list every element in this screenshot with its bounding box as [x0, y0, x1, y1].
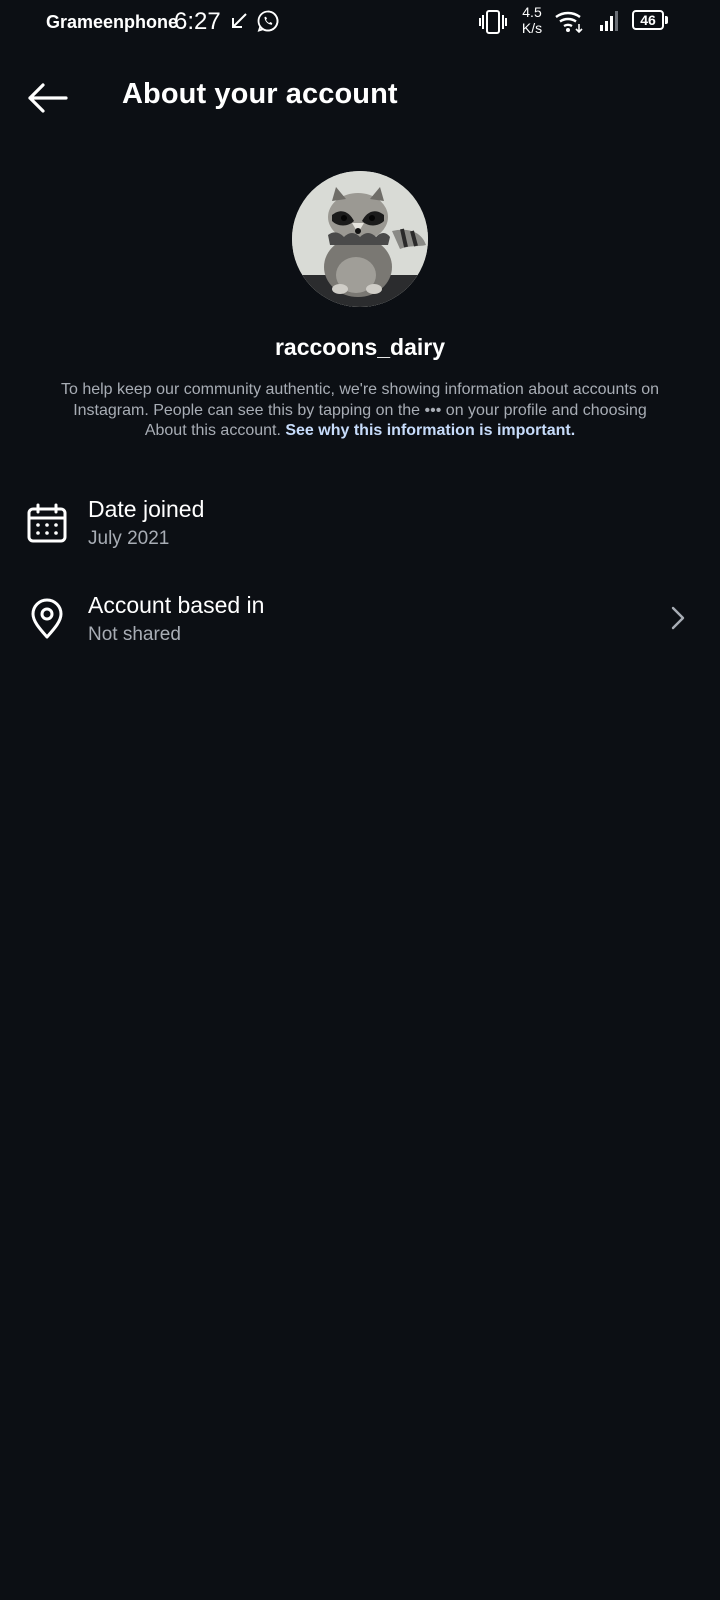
date-joined-label: Date joined: [88, 496, 205, 522]
location-pin-icon: [26, 598, 68, 640]
wifi-icon: [554, 8, 586, 34]
username: raccoons_dairy: [274, 334, 446, 360]
network-speed-unit: K/s: [521, 20, 543, 36]
account-based-in-row[interactable]: Account based in Not shared: [0, 580, 720, 660]
date-joined-row: Date joined July 2021: [0, 484, 720, 564]
missed-call-arrow-icon: [228, 10, 250, 32]
avatar: [292, 171, 428, 307]
back-arrow-icon: [28, 83, 68, 113]
page-title: About your account: [122, 78, 398, 110]
chevron-right-icon: [664, 604, 692, 632]
calendar-icon: [26, 502, 68, 544]
battery-level: 46: [632, 10, 664, 30]
battery-nub: [665, 16, 668, 24]
clock-time: 6:27: [174, 8, 221, 35]
raccoon-photo: [292, 171, 428, 307]
carrier-name: Grameenphone: [46, 12, 179, 32]
network-speed: 4.5 K/s: [518, 4, 546, 36]
account-based-in-label: Account based in: [88, 592, 265, 618]
network-speed-value: 4.5: [522, 4, 542, 20]
back-button[interactable]: [26, 80, 68, 116]
status-bar: Grameenphone 6:27 4.5 K/s 46: [0, 0, 720, 44]
more-dots-glyph: •••: [424, 401, 442, 419]
cell-signal-icon: [598, 9, 622, 33]
battery-icon: 46: [632, 10, 668, 32]
account-based-in-value: Not shared: [88, 624, 181, 645]
info-link[interactable]: See why this information is important.: [285, 422, 575, 439]
date-joined-value: July 2021: [88, 528, 170, 549]
info-description: To help keep our community authentic, we…: [56, 380, 664, 442]
whatsapp-icon: [256, 9, 280, 33]
vibrate-icon: [478, 9, 508, 35]
